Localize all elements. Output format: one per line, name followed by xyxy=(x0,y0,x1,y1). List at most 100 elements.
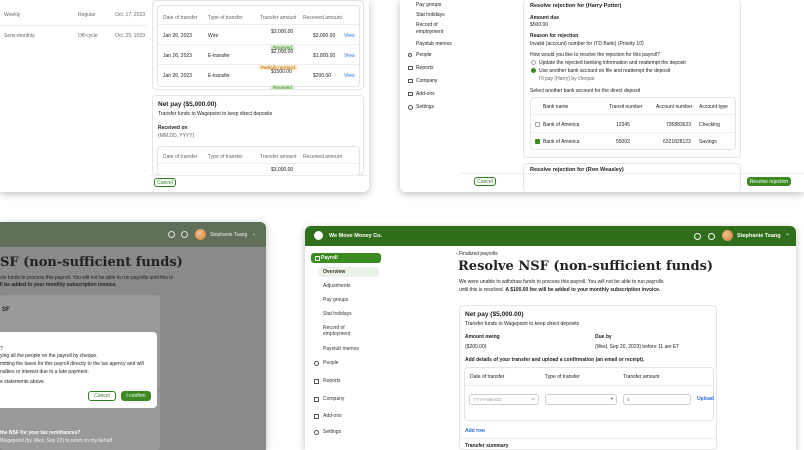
sidebar-item-add-ons[interactable]: Add-ons xyxy=(416,91,435,98)
history-type: Off-cycle xyxy=(78,33,98,39)
col-header: Received amount xyxy=(303,154,342,160)
cancel-button[interactable]: Cancel xyxy=(154,178,176,187)
divider xyxy=(158,64,359,65)
option-radio[interactable] xyxy=(531,68,536,73)
divider xyxy=(158,44,359,45)
user-name[interactable]: Stephanie Tsang xyxy=(737,233,781,240)
transfer-amount: $3,000.00 xyxy=(271,167,294,173)
col-header: Transfer amount xyxy=(260,15,297,21)
bank-checkbox[interactable] xyxy=(535,122,540,127)
select-bank-label: Select another bank account for the dire… xyxy=(530,88,641,94)
sidebar-item-settings[interactable]: Settings xyxy=(319,427,389,437)
transfer-summary-label: Transfer summary xyxy=(465,443,509,449)
bell-icon[interactable] xyxy=(168,231,175,238)
history-date: Oct. 17, 2023 xyxy=(115,12,146,18)
option-label: Use another bank account on file and rea… xyxy=(539,68,671,74)
company-icon xyxy=(314,397,319,402)
cancel-button[interactable]: Cancel xyxy=(88,391,116,401)
transfers-table: Date of transfer Type of transfer Transf… xyxy=(157,5,360,90)
sidebar-item-reports[interactable]: Reports xyxy=(319,376,389,386)
reports-icon xyxy=(314,379,319,384)
transfer-date: Jan 26, 2023 xyxy=(163,53,192,59)
transfer-date: Jan 26, 2023 xyxy=(163,73,192,79)
received-amount: $200.00 xyxy=(313,73,332,79)
due-by-label: Due by xyxy=(595,334,612,340)
modal-text: e statements above. xyxy=(0,379,46,385)
bell-icon[interactable] xyxy=(694,233,701,240)
modal-text: ? xyxy=(0,346,3,352)
view-link[interactable]: View xyxy=(344,53,355,60)
tax-question: the NSF for your tax remittances? xyxy=(0,430,81,436)
resolve-rejection-button[interactable]: Resolve rejection xyxy=(747,177,791,186)
transfer-amount: $3,000.00 xyxy=(271,29,294,35)
company-switcher[interactable]: We Move Money Co. xyxy=(329,233,382,240)
bank-table: Bank name Transit number Account number … xyxy=(530,97,736,150)
avatar[interactable] xyxy=(722,230,733,241)
fee-text: A $100.00 fee will be added to your mont… xyxy=(505,287,661,293)
avatar[interactable] xyxy=(195,229,206,240)
help-icon[interactable] xyxy=(708,233,715,240)
sidebar-item-people[interactable]: People xyxy=(416,52,432,59)
bank-name: Bank of America xyxy=(543,122,580,128)
upload-button[interactable]: Upload xyxy=(697,396,714,403)
col-header: Date of transfer xyxy=(470,374,505,380)
date-placeholder: YYYY-MM-DD xyxy=(473,397,502,402)
col-header: Date of transfer xyxy=(163,15,198,21)
col-header: Type of transfer xyxy=(208,15,243,21)
sidebar-item-overview[interactable]: Overview xyxy=(319,267,379,277)
chevron-down-icon[interactable]: ⌄ xyxy=(785,231,790,239)
bank-type: Checking xyxy=(699,122,720,128)
col-header: Received amount xyxy=(303,15,342,21)
sidebar-item-company[interactable]: Company xyxy=(416,78,437,85)
sidebar-item-record-of-employment[interactable]: Record of employment xyxy=(319,323,365,339)
sidebar-item-payroll[interactable]: Payroll xyxy=(311,253,381,263)
calendar-icon: ▭ xyxy=(530,396,535,401)
transfer-amount-input[interactable]: $ xyxy=(623,394,691,405)
option-label: I'll pay (Harry) by cheque xyxy=(539,76,595,82)
sidebar-item-company[interactable]: Company xyxy=(319,394,389,404)
bank-transit: 55002 xyxy=(616,139,630,145)
bank-checkbox[interactable] xyxy=(535,139,540,144)
divider xyxy=(158,24,359,25)
transfer-type-select[interactable]: ▾ xyxy=(545,394,617,405)
view-link[interactable]: View xyxy=(344,73,355,80)
screenshot-collage: Weekly Regular Oct. 17, 2023 Semi-monthl… xyxy=(0,0,804,450)
sidebar-item-adjustments[interactable]: Adjustments xyxy=(319,281,389,291)
history-period: Weekly xyxy=(4,12,21,18)
breadcrumb[interactable]: Finalized payrolls xyxy=(459,251,498,258)
panel-resolve-nsf: We Move Money Co. Stephanie Tsang ⌄ Payr… xyxy=(305,226,796,450)
col-header: Type of transfer xyxy=(208,154,243,160)
sidebar-item-paystub-memos[interactable]: Paystub memos xyxy=(416,41,452,48)
sidebar-item-pay-groups[interactable]: Pay groups xyxy=(416,2,441,9)
net-pay-title: Net pay ($5,000.00) xyxy=(158,101,217,108)
sidebar-item-settings[interactable]: Settings xyxy=(416,104,434,111)
sidebar-item-stat-holidays[interactable]: Stat holidays xyxy=(319,309,389,319)
reports-icon xyxy=(408,66,413,70)
company-logo xyxy=(314,231,323,240)
sidebar-item-pay-groups[interactable]: Pay groups xyxy=(319,295,389,305)
view-link[interactable]: View xyxy=(344,33,355,40)
divider xyxy=(465,385,713,386)
sidebar-item-stat-holidays[interactable]: Stat holidays xyxy=(416,12,445,19)
confirm-button[interactable]: I confirm xyxy=(121,391,151,401)
chevron-left-icon[interactable]: ‹ xyxy=(456,251,458,258)
help-icon[interactable] xyxy=(181,231,188,238)
amount-owing-value: ($200.00) xyxy=(465,344,487,350)
chevron-down-icon[interactable]: ⌄ xyxy=(252,231,256,238)
amount-owing-label: Amount owing xyxy=(465,334,500,340)
add-row-button[interactable]: Add row xyxy=(465,428,485,435)
sidebar-item-paystub-memos[interactable]: Paystub memos xyxy=(319,344,389,354)
history-type: Regular xyxy=(78,12,96,18)
transfer-amount: $1500.00 xyxy=(271,69,292,75)
page-desc-2: ll be added to your monthly subscription… xyxy=(0,282,117,288)
sidebar-item-add-ons[interactable]: Add-ons xyxy=(319,411,389,421)
option-radio[interactable] xyxy=(531,60,536,65)
col-header: Transfer amount xyxy=(623,374,660,380)
transfer-date-input[interactable]: YYYY-MM-DD ▭ xyxy=(469,394,539,405)
cancel-button[interactable]: Cancel xyxy=(474,177,496,186)
user-name[interactable]: Stephanie Tsang xyxy=(210,232,247,239)
sidebar-item-record-of-employment[interactable]: Record of employment xyxy=(416,22,456,35)
page-title: SF (non-sufficient funds) xyxy=(0,255,183,270)
sidebar-item-reports[interactable]: Reports xyxy=(416,65,434,72)
sidebar-item-people[interactable]: People xyxy=(319,358,389,368)
